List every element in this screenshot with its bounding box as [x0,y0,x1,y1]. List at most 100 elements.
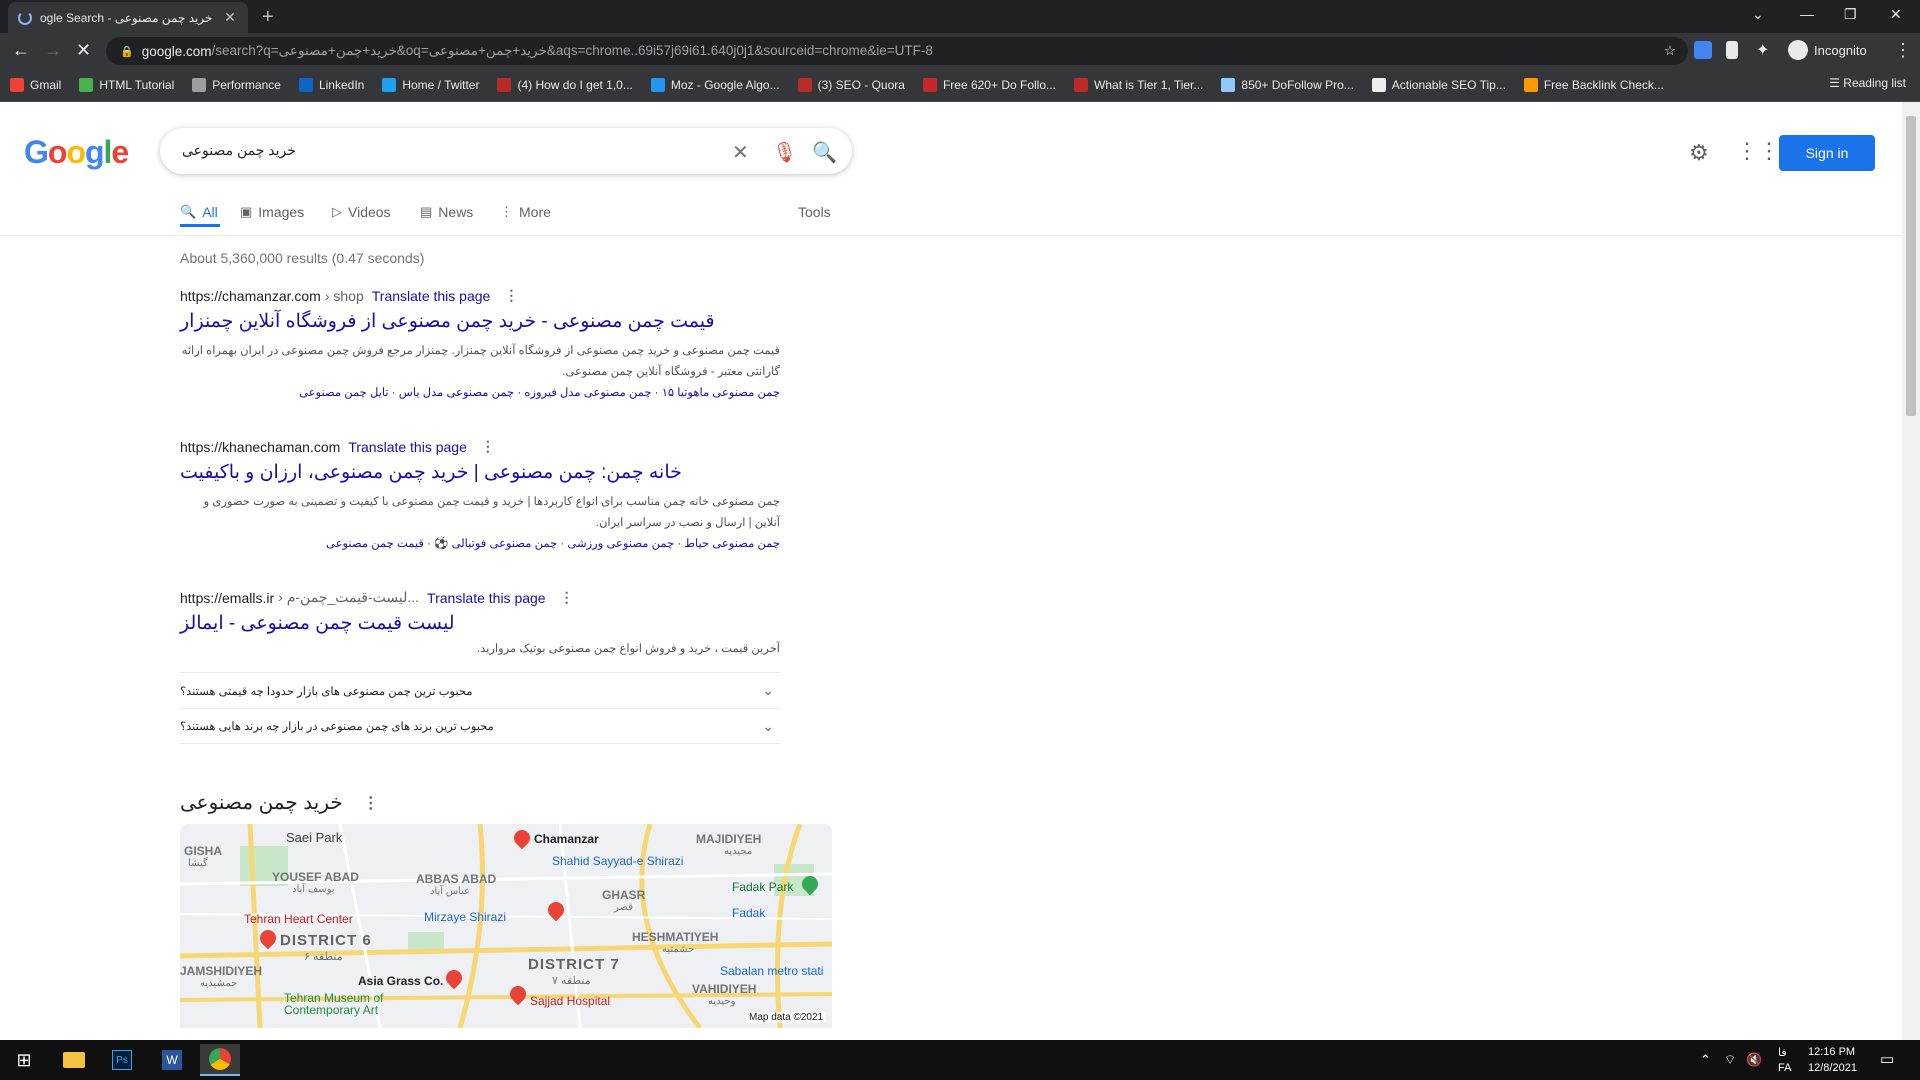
tab-search-icon[interactable]: ⌄ [1752,6,1764,23]
bookmark-item[interactable]: HTML Tutorial [79,78,174,92]
translate-link[interactable]: Translate this page [427,590,546,606]
result-menu-icon[interactable]: ⋮ [560,589,574,606]
tab-videos[interactable]: ▷ Videos [332,204,391,220]
bookmark-item[interactable]: (3) SEO - Quora [797,78,905,92]
map-label[interactable]: Asia Grass Co. [358,974,443,988]
map-label: منطقه ۷ [552,975,591,987]
new-tab-icon[interactable]: + [262,6,274,29]
bookmark-favicon-icon [192,78,207,92]
map-label: Mirzaye Shirazi [424,910,507,924]
bookmark-favicon-icon [298,78,313,92]
file-explorer-icon[interactable] [54,1044,94,1076]
reading-list-button[interactable]: ☰ Reading list [1829,76,1906,90]
result-menu-icon[interactable]: ⋮ [481,438,495,455]
microphone-icon[interactable]: 🎙 [772,140,797,165]
faq-item[interactable]: محبوب ترین برند های چمن مصنوعی در بازار … [180,708,780,744]
result-url[interactable]: https://chamanzar.com [180,288,321,304]
tab-more[interactable]: ⋮ More [500,204,551,220]
chrome-icon[interactable] [200,1044,240,1076]
wifi-icon[interactable]: ⌔ [1724,1052,1736,1068]
scrollbar-thumb[interactable] [1906,116,1916,416]
result-url[interactable]: https://emalls.ir [180,590,274,606]
tab-news[interactable]: ▤ News [420,204,473,220]
clear-icon[interactable]: ✕ [732,140,749,165]
language-fa-label[interactable]: فا [1778,1046,1787,1059]
search-box[interactable]: خرید چمن مصنوعی ✕ 🎙 🔍 [160,128,852,174]
result-url[interactable]: https://khanechaman.com [180,439,340,455]
photoshop-icon[interactable]: Ps [102,1044,142,1076]
profile-button[interactable]: Incognito [1788,40,1867,60]
apps-grid-icon[interactable]: ⋮⋮ [1736,138,1780,164]
map[interactable]: GISHA گیشا Saei Park Chamanzar MAJIDIYEH… [180,824,832,1028]
stop-icon[interactable]: ✕ [76,40,91,61]
settings-gear-icon[interactable]: ⚙ [1689,140,1709,166]
language-label[interactable]: FA [1778,1062,1791,1074]
search-input[interactable]: خرید چمن مصنوعی [182,142,296,159]
result-sitelinks[interactable]: چمن مصنوعی ماهوتیا ۱۵ · چمن مصنوعی مدل ف… [180,385,780,399]
notifications-icon[interactable]: ▭ [1880,1050,1894,1068]
sign-in-button[interactable]: Sign in [1779,135,1875,171]
close-tab-icon[interactable]: ✕ [222,9,238,26]
extensions-puzzle-icon[interactable]: ✦ [1756,40,1769,60]
minimize-icon[interactable]: — [1800,6,1814,22]
map-district-label: DISTRICT 7 [528,956,620,973]
back-icon[interactable]: ← [12,40,30,61]
browser-tab[interactable]: ogle Search - خرید چمن مصنوعی ✕ [8,2,248,33]
bookmark-item[interactable]: Performance [192,78,281,92]
result-sitelinks[interactable]: چمن مصنوعی حیاط · چمن مصنوعی ورزشی · چمن… [180,536,780,550]
translate-icon[interactable] [1694,41,1712,59]
local-menu-icon[interactable]: ⋮ [363,793,379,813]
bookmark-star-icon[interactable]: ☆ [1664,43,1676,59]
map-label: گیشا [188,858,208,869]
tab-news-label: News [438,204,474,220]
map-label: Saei Park [286,830,343,845]
bookmark-item[interactable]: Actionable SEO Tip... [1371,78,1506,92]
bookmark-item[interactable]: 850+ DoFollow Pro... [1221,78,1354,92]
bookmark-item[interactable]: (4) How do I get 1,0... [497,78,633,92]
bookmark-item[interactable]: Gmail [10,78,61,92]
menu-icon[interactable]: ⋮ [1894,40,1912,61]
clock-date[interactable]: 12/8/2021 [1808,1062,1857,1074]
map-label: HESHMATIYEH [632,930,719,944]
page-scrollbar[interactable] [1902,102,1920,1040]
address-bar[interactable]: 🔒 google.com/search?q=خرید+چمن+مصنوعی&oq… [106,37,1688,65]
tab-images[interactable]: ▣ Images [240,204,304,220]
bookmark-item[interactable]: Free Backlink Check... [1523,78,1664,92]
tab-all[interactable]: 🔍 All [180,204,218,220]
result-title[interactable]: خانه چمن: چمن مصنوعی | خرید چمن مصنوعی، … [180,461,780,484]
extension-icon[interactable] [1726,41,1738,59]
map-label: Fadak Park [732,880,794,894]
result-menu-icon[interactable]: ⋮ [504,287,518,304]
bookmark-item[interactable]: What is Tier 1, Tier... [1074,78,1203,92]
bookmark-label: Free 620+ Do Follo... [942,78,1057,92]
map-label: Sabalan metro stati [720,964,824,978]
translate-link[interactable]: Translate this page [348,439,467,455]
close-window-icon[interactable]: ✕ [1890,6,1902,23]
google-logo[interactable]: Google [24,134,129,171]
tray-chevron-icon[interactable]: ⌃ [1700,1052,1711,1068]
bookmark-favicon-icon [650,78,665,92]
map-label: MAJIDIYEH [696,832,762,846]
result-title[interactable]: لیست قیمت چمن مصنوعی - ایمالز [180,612,780,635]
map-label[interactable]: Chamanzar [534,832,599,846]
bookmark-label: Home / Twitter [402,78,480,92]
bookmark-favicon-icon [1074,78,1089,92]
bookmark-label: 850+ DoFollow Pro... [1241,78,1354,92]
local-results-title: خرید چمن مصنوعی [180,792,343,814]
bookmark-item[interactable]: Free 620+ Do Follo... [922,78,1057,92]
bookmark-item[interactable]: Home / Twitter [382,78,479,92]
map-label: عباس آباد [430,886,471,897]
search-icon[interactable]: 🔍 [812,140,837,165]
forward-icon[interactable]: → [44,40,62,61]
result-title[interactable]: قیمت چمن مصنوعی - خرید چمن مصنوعی از فرو… [180,310,780,333]
restore-icon[interactable]: ❐ [1844,6,1857,23]
bookmark-item[interactable]: Moz - Google Algo... [650,78,780,92]
clock-time[interactable]: 12:16 PM [1808,1046,1855,1058]
bookmark-item[interactable]: LinkedIn [298,78,364,92]
tools-button[interactable]: Tools [798,204,831,220]
windows-start-icon[interactable]: ⊞ [4,1044,44,1076]
volume-muted-icon[interactable]: 🔇 [1746,1052,1762,1068]
faq-item[interactable]: محبوب ترین چمن مصنوعی های بازار حدودا چه… [180,672,780,708]
word-icon[interactable]: W [152,1044,192,1076]
translate-link[interactable]: Translate this page [372,288,491,304]
